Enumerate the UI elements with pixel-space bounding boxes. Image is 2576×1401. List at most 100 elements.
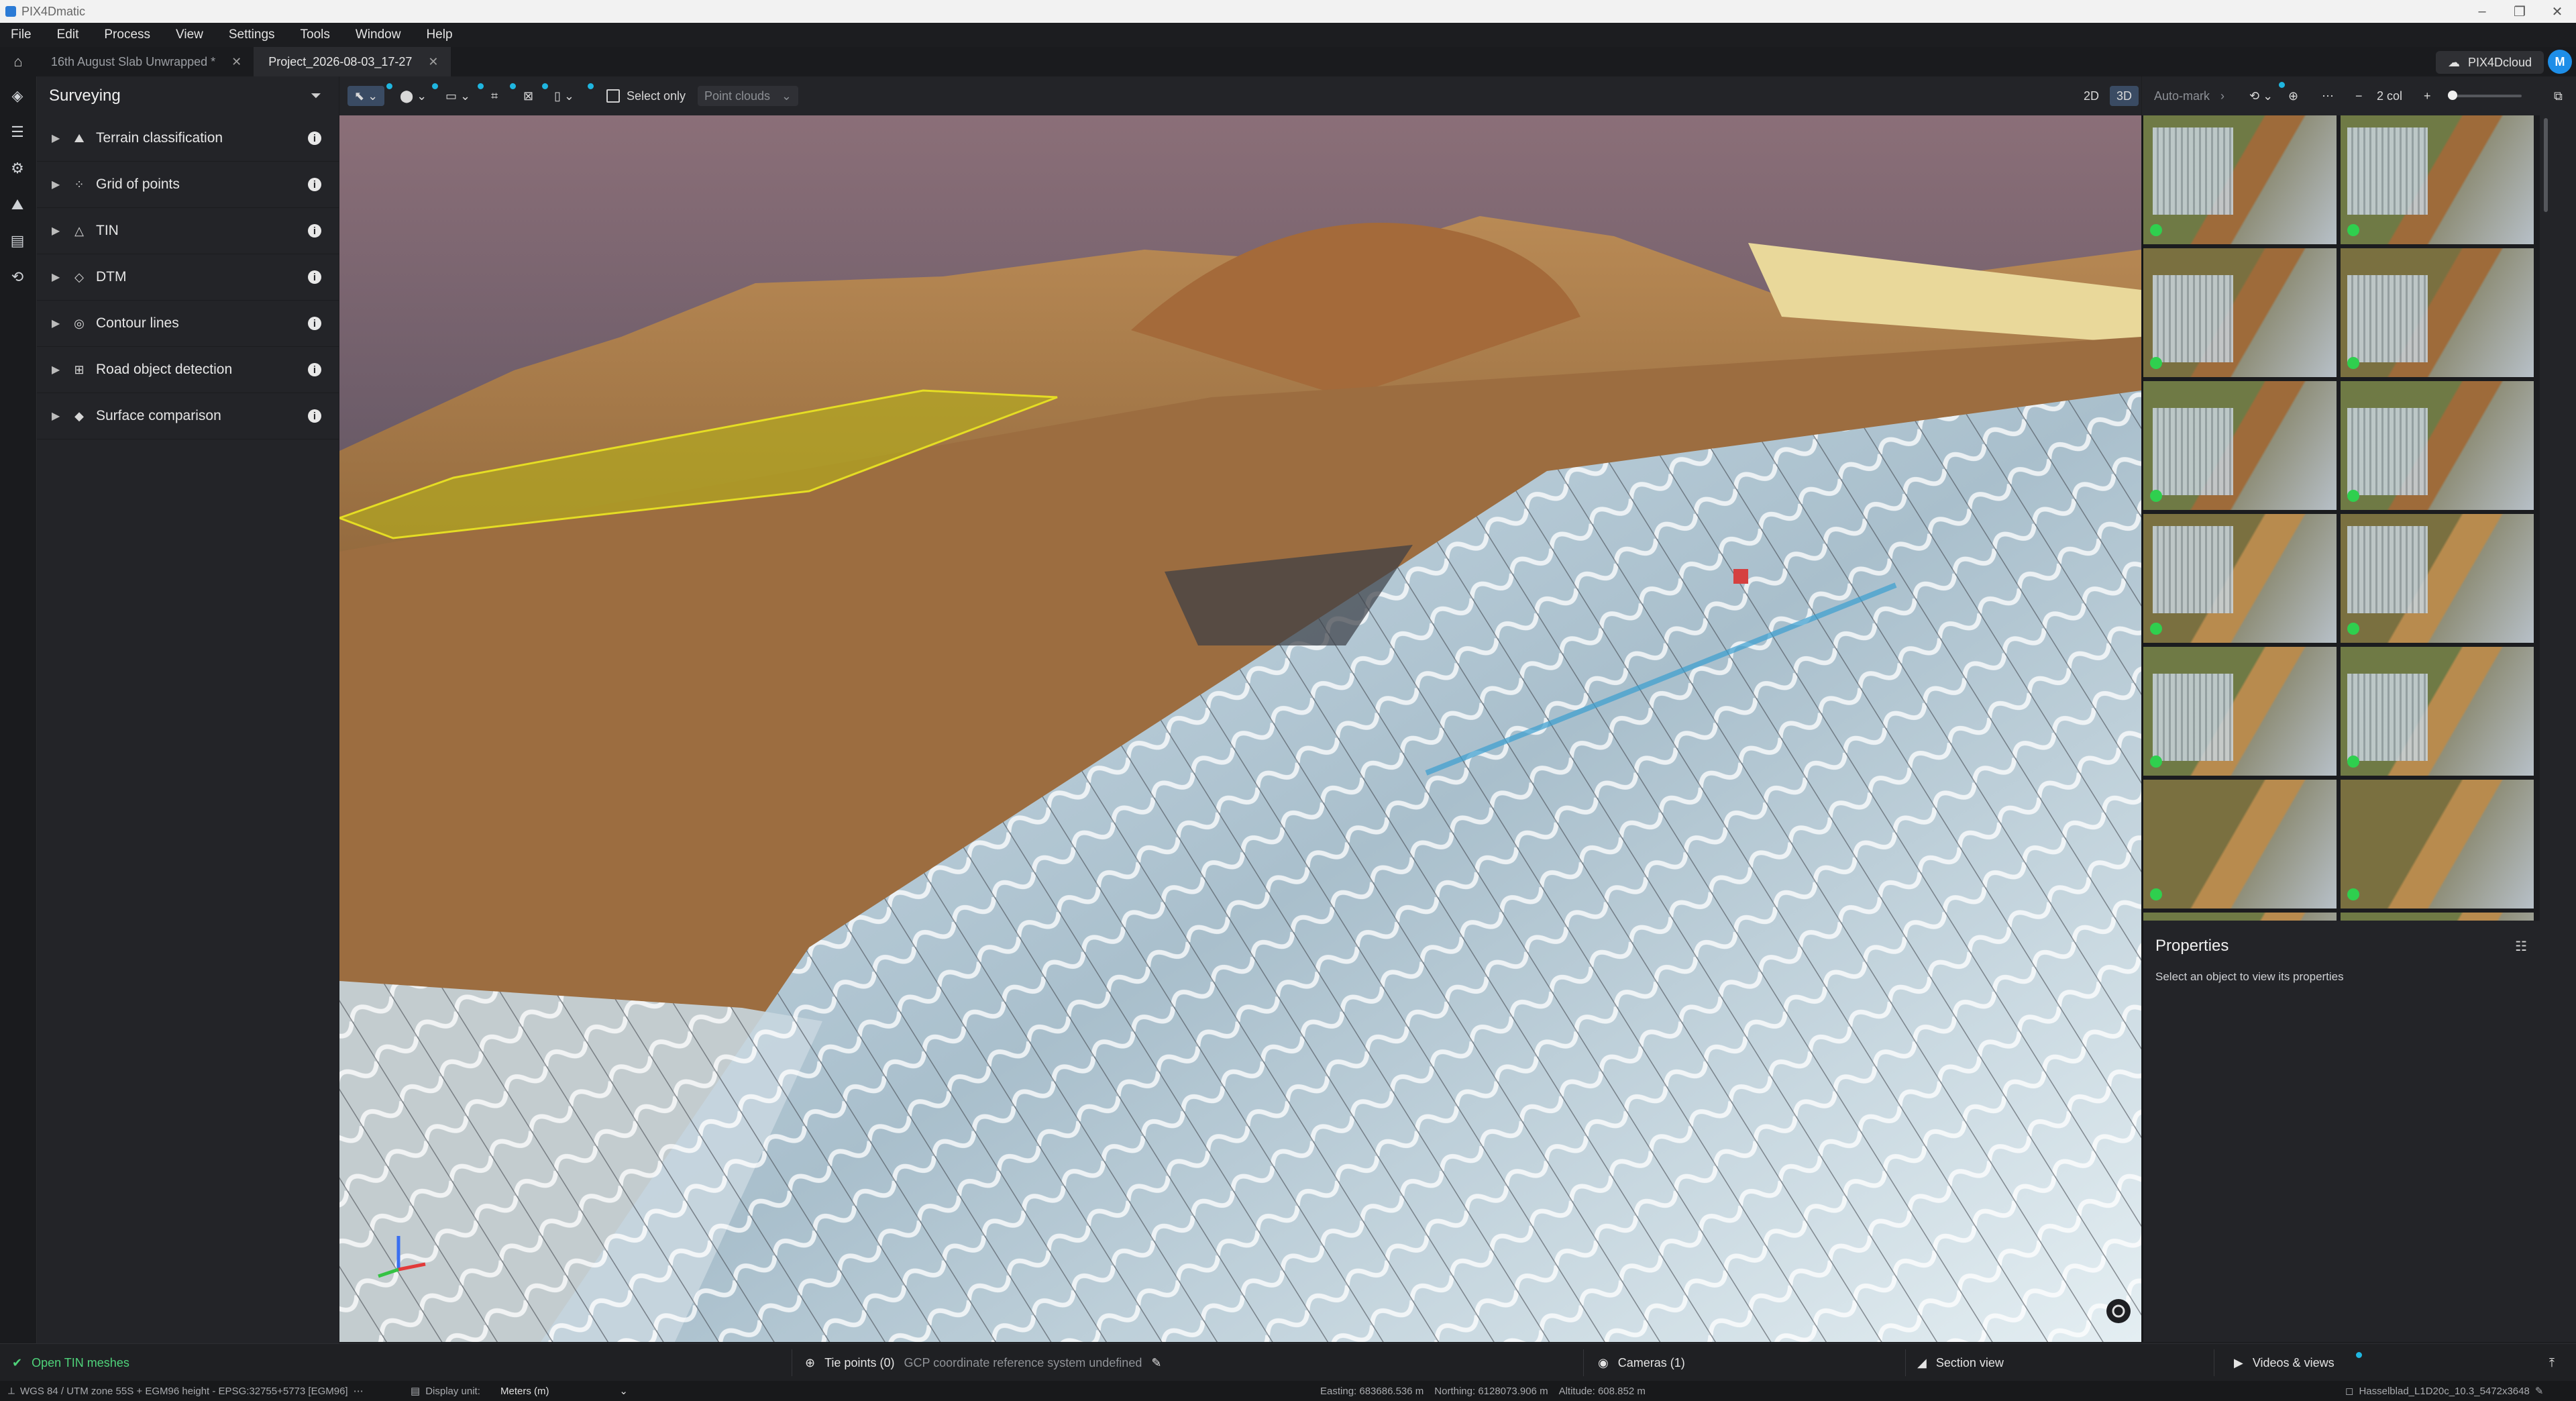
tab-project-1[interactable]: 16th August Slab Unwrapped * ✕	[36, 47, 254, 76]
expand-arrow-icon[interactable]: ▶	[52, 178, 61, 191]
checkbox-icon[interactable]	[606, 89, 620, 103]
menu-process[interactable]: Process	[93, 28, 165, 42]
report-icon[interactable]: ▤	[9, 232, 26, 250]
expand-arrow-icon[interactable]: ▶	[52, 132, 61, 145]
tab-project-2[interactable]: Project_2026-08-03_17-27 ✕	[254, 47, 451, 76]
tie-points-button[interactable]: ⊕ Tie points (0) GCP coordinate referenc…	[805, 1344, 1161, 1382]
expand-arrow-icon[interactable]: ▶	[52, 270, 61, 284]
info-icon[interactable]: i	[308, 224, 321, 238]
display-unit-select[interactable]: Meters (m) ⌄	[500, 1381, 628, 1401]
select-tool-button[interactable]: ⬉ ⌄	[347, 86, 385, 106]
image-thumbnail[interactable]	[2341, 115, 2534, 244]
avatar[interactable]: M	[2548, 50, 2572, 74]
crs-info[interactable]: ⟂ WGS 84 / UTM zone 55S + EGM96 height -…	[8, 1381, 364, 1401]
auto-mark-button[interactable]: Auto-mark ›	[2154, 86, 2224, 106]
marker-tool-button[interactable]: ⬤ ⌄	[400, 86, 427, 106]
panel-item-terrain-classification[interactable]: ▶ ⛰ Terrain classification i	[37, 115, 339, 162]
image-thumbnail[interactable]	[2143, 780, 2337, 909]
info-icon[interactable]: i	[308, 317, 321, 330]
more-button[interactable]: ⋯	[2322, 86, 2334, 106]
close-tab-icon[interactable]: ✕	[428, 55, 438, 69]
pix4dcloud-button[interactable]: ☁ PIX4Dcloud	[2435, 51, 2544, 74]
view-3d-button[interactable]: 3D	[2110, 86, 2139, 106]
zoom-in-button[interactable]: +	[2424, 86, 2431, 106]
cameras-button[interactable]: ◉ Cameras (1)	[1598, 1344, 1685, 1382]
collapse-panel-icon[interactable]: ⤒	[2549, 1344, 2555, 1382]
divider	[1583, 1349, 1584, 1376]
crop-tool-button[interactable]: ⌗	[491, 86, 498, 106]
volume-tool-button[interactable]: ▯ ⌄	[554, 86, 574, 106]
target-tool-button[interactable]: ⊕	[2288, 86, 2298, 106]
expand-arrow-icon[interactable]: ▶	[52, 224, 61, 238]
panel-item-road-object-detection[interactable]: ▶ ⊞ Road object detection i	[37, 347, 339, 393]
region-tool-button[interactable]: ⊠	[523, 86, 533, 106]
filter-icon[interactable]: ⏷	[311, 89, 321, 104]
properties-menu-icon[interactable]: ☷	[2515, 938, 2527, 955]
view-2d-button[interactable]: 2D	[2077, 86, 2106, 106]
info-icon[interactable]: i	[308, 409, 321, 423]
image-thumbnail[interactable]	[2143, 115, 2337, 244]
edit-camera-icon[interactable]: ✎	[2535, 1385, 2544, 1397]
expand-arrow-icon[interactable]: ▶	[52, 317, 61, 330]
measure-tool-button[interactable]: ▭ ⌄	[445, 86, 470, 106]
detach-panel-button[interactable]: ⧉	[2554, 86, 2563, 106]
history-icon[interactable]: ⟲	[9, 268, 26, 286]
panel-item-contour-lines[interactable]: ▶ ◎ Contour lines i	[37, 301, 339, 347]
surveying-icon[interactable]: ⛰	[9, 196, 26, 213]
menu-tools[interactable]: Tools	[290, 28, 345, 42]
menu-window[interactable]: Window	[345, 28, 416, 42]
layers-icon[interactable]: ◈	[9, 87, 26, 105]
recenter-icon[interactable]	[2106, 1299, 2131, 1323]
image-thumbnail[interactable]	[2341, 248, 2534, 377]
image-thumbnail[interactable]	[2341, 647, 2534, 776]
panel-item-surface-comparison[interactable]: ▶ ◆ Surface comparison i	[37, 393, 339, 439]
thumb-size-slider[interactable]	[2448, 86, 2522, 106]
info-icon[interactable]: i	[308, 363, 321, 376]
info-icon[interactable]: i	[308, 132, 321, 145]
image-thumbnail[interactable]	[2143, 913, 2337, 921]
image-thumbnail[interactable]	[2143, 248, 2337, 377]
slider-handle[interactable]	[2448, 91, 2457, 100]
gear-icon[interactable]: ⚙	[9, 160, 26, 177]
image-thumbnail[interactable]	[2143, 381, 2337, 510]
videos-views-button[interactable]: ▶ Videos & views	[2234, 1344, 2334, 1382]
home-icon[interactable]: ⌂	[0, 47, 36, 76]
menu-file[interactable]: File	[0, 28, 46, 42]
menu-settings[interactable]: Settings	[218, 28, 290, 42]
sliders-icon[interactable]: ☰	[9, 123, 26, 141]
open-tin-meshes-status[interactable]: ✔ Open TIN meshes	[12, 1344, 129, 1382]
minimize-icon[interactable]: –	[2463, 0, 2501, 23]
zoom-out-button[interactable]: −	[2355, 86, 2363, 106]
image-thumbnail[interactable]	[2341, 913, 2534, 921]
expand-arrow-icon[interactable]: ▶	[52, 363, 61, 376]
image-thumbnail[interactable]	[2143, 514, 2337, 643]
info-icon[interactable]: i	[308, 178, 321, 191]
panel-item-dtm[interactable]: ▶ ◇ DTM i	[37, 254, 339, 301]
section-view-button[interactable]: ◢ Section view	[1917, 1344, 2004, 1382]
close-icon[interactable]: ✕	[2538, 0, 2576, 23]
point-clouds-select[interactable]: Point clouds ⌄	[698, 86, 798, 106]
info-icon[interactable]: i	[308, 270, 321, 284]
tin-icon: △	[74, 223, 84, 238]
image-thumbnail[interactable]	[2341, 381, 2534, 510]
close-tab-icon[interactable]: ✕	[231, 55, 241, 69]
scene-render[interactable]	[339, 115, 2141, 1342]
crs-more-icon[interactable]: ⋯	[354, 1385, 364, 1397]
select-only-toggle[interactable]: Select only	[606, 86, 686, 106]
3d-viewport[interactable]	[339, 115, 2141, 1342]
image-thumbnail[interactable]	[2341, 780, 2534, 909]
menu-view[interactable]: View	[165, 28, 218, 42]
panel-item-grid-of-points[interactable]: ▶ ⁘ Grid of points i	[37, 162, 339, 208]
edit-icon[interactable]: ✎	[1151, 1356, 1161, 1370]
scrollbar-thumb[interactable]	[2544, 118, 2548, 212]
image-thumbnail[interactable]	[2341, 514, 2534, 643]
camera-model[interactable]: ◻ Hasselblad_L1D20c_10.3_5472x3648 ✎	[2345, 1381, 2543, 1401]
check-circle-icon	[2150, 888, 2162, 900]
expand-arrow-icon[interactable]: ▶	[52, 409, 61, 423]
image-thumbnail[interactable]	[2143, 647, 2337, 776]
panel-item-tin[interactable]: ▶ △ TIN i	[37, 208, 339, 254]
filter-tool-button[interactable]: ⟲ ⌄	[2249, 86, 2273, 106]
restore-icon[interactable]: ❐	[2501, 0, 2538, 23]
menu-help[interactable]: Help	[415, 28, 467, 42]
menu-edit[interactable]: Edit	[46, 28, 94, 42]
